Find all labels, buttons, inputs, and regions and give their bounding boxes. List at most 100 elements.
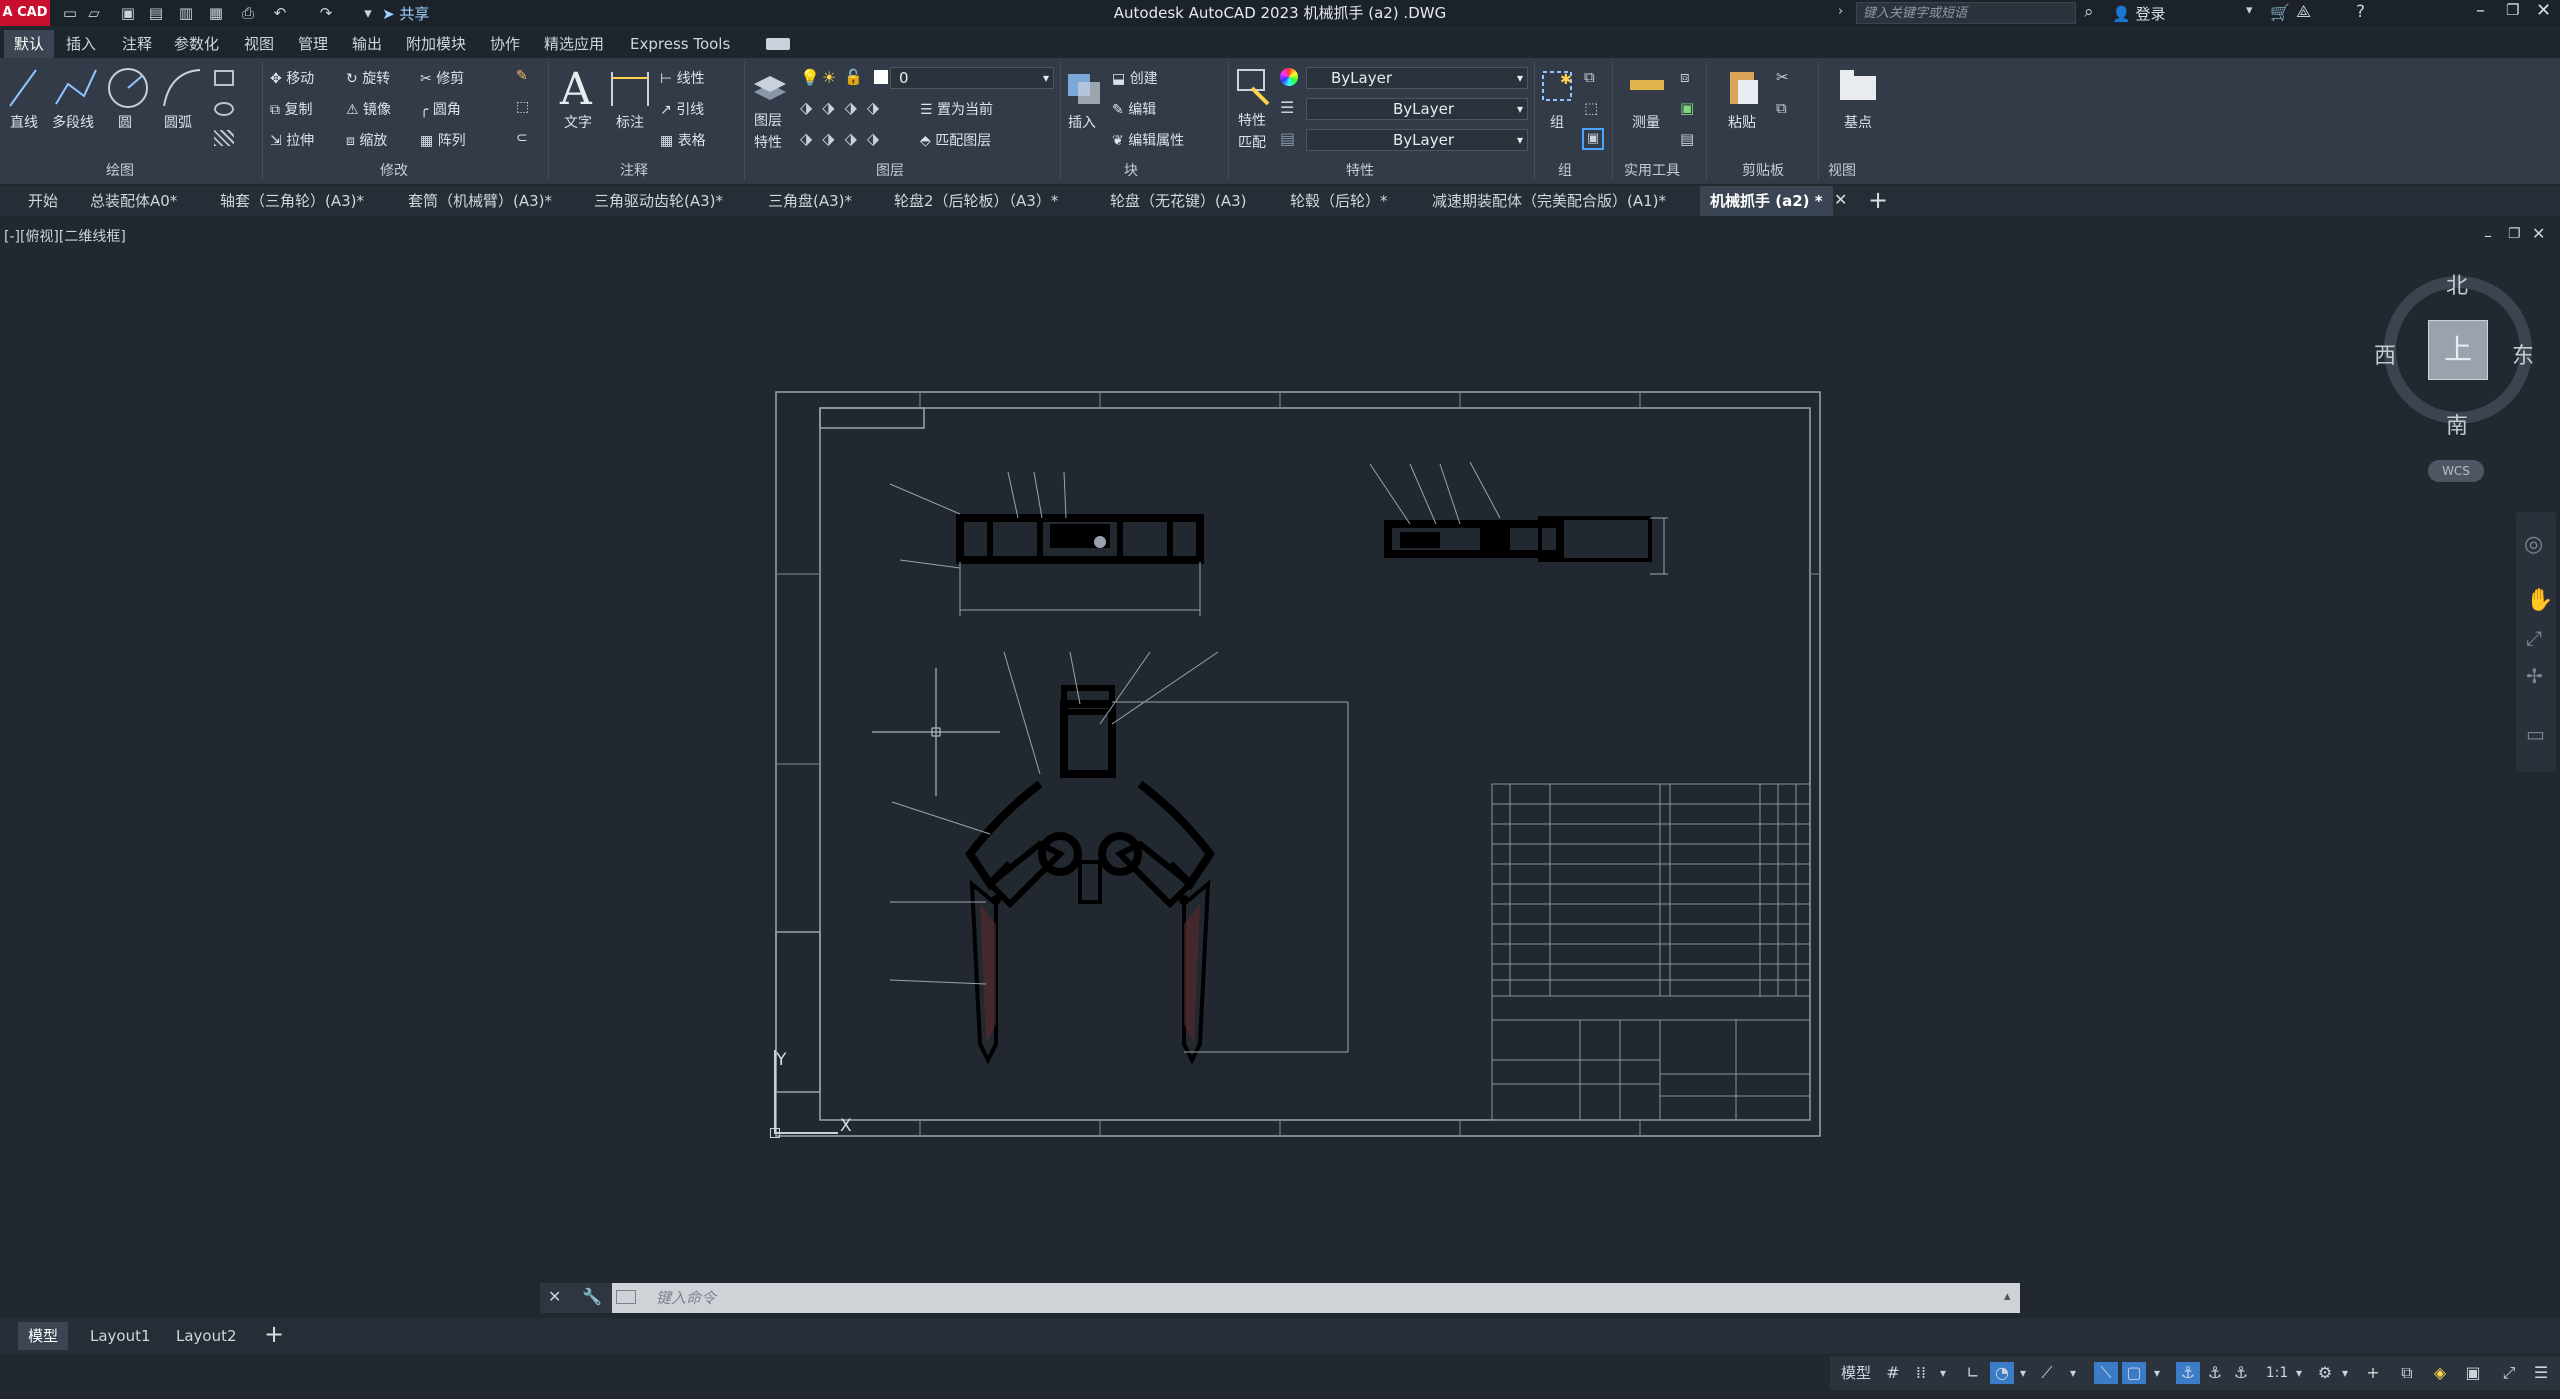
make-current-button[interactable]: ☰ 置为当前 <box>920 99 993 119</box>
grid-icon[interactable]: # <box>1882 1362 1904 1384</box>
match-properties-icon[interactable] <box>1234 66 1274 106</box>
chevron-down-icon[interactable]: ▾ <box>2338 1362 2352 1384</box>
dimension-label[interactable]: 标注 <box>616 112 644 132</box>
cart-icon[interactable]: 🛒 <box>2270 3 2290 22</box>
ungroup-icon[interactable]: ⧉ <box>1584 68 1595 86</box>
tab-layout2[interactable]: Layout2 <box>166 1322 247 1350</box>
color-dropdown[interactable]: ByLayer ▾ <box>1306 67 1528 89</box>
layer-tools-row-1[interactable]: ⬗⬗⬗⬗ <box>800 98 889 117</box>
paste-icon[interactable] <box>1726 64 1762 108</box>
quick-calc-icon[interactable]: ⧈ <box>1680 68 1690 86</box>
tab-layout1[interactable]: Layout1 <box>80 1322 161 1350</box>
arc-label[interactable]: 圆弧 <box>164 112 192 132</box>
annotation-monitor-icon[interactable]: + <box>2362 1362 2384 1384</box>
rectangle-icon[interactable] <box>214 70 234 86</box>
autodesk-app-icon[interactable]: ⟁ <box>2296 2 2311 22</box>
layer-dropdown[interactable]: 0 ▾ <box>890 67 1054 89</box>
scale-dropdown[interactable]: 1:1 <box>2262 1362 2292 1384</box>
insert-block-icon[interactable] <box>1064 66 1104 106</box>
auto-scale-icon[interactable]: ⚓ <box>2204 1362 2226 1384</box>
file-tab[interactable]: 轮盘2（后轮板）（A3）* <box>894 186 1058 216</box>
insert-label[interactable]: 插入 <box>1068 112 1096 132</box>
color-wheel-icon[interactable] <box>1280 68 1298 86</box>
layers-panel-title[interactable]: 图层 <box>876 160 904 182</box>
search-input[interactable]: 键入关键字或短语 <box>1856 2 2076 24</box>
annotation-visibility-icon[interactable]: ⚓ <box>2176 1362 2200 1384</box>
login-dropdown-icon[interactable]: ▾ <box>2246 3 2253 18</box>
file-tab-start[interactable]: 开始 <box>28 186 58 216</box>
pan-icon[interactable]: ✋ <box>2526 588 2553 613</box>
wcs-menu[interactable]: WCS <box>2428 460 2484 482</box>
file-tab[interactable]: 减速期装配体（完美配合版）(A1)* <box>1432 186 1666 216</box>
tab-annotate[interactable]: 注释 <box>122 30 152 58</box>
compass-north[interactable]: 北 <box>2446 268 2468 300</box>
customization-menu-icon[interactable]: ☰ <box>2530 1362 2552 1384</box>
compass-east[interactable]: 东 <box>2512 338 2534 370</box>
tab-featured-apps[interactable]: 精选应用 <box>544 30 604 58</box>
tab-default[interactable]: 默认 <box>4 30 55 58</box>
command-input[interactable]: 键入命令 <box>612 1283 2020 1313</box>
tab-view[interactable]: 视图 <box>244 30 274 58</box>
polyline-label[interactable]: 多段线 <box>52 112 94 132</box>
array-button[interactable]: ▦ 阵列 <box>420 130 466 150</box>
ortho-icon[interactable]: ∟ <box>1962 1362 1984 1384</box>
showmotion-icon[interactable]: ▭ <box>2526 722 2545 746</box>
offset-icon[interactable]: ⊂ <box>516 130 528 146</box>
ribbon-minimize-icon[interactable] <box>766 38 790 50</box>
viewcube-top-face[interactable]: 上 <box>2428 320 2488 380</box>
tab-express-tools[interactable]: Express Tools <box>630 30 730 58</box>
groups-panel-title[interactable]: 组 <box>1558 160 1572 182</box>
object-snap-icon[interactable]: ▢ <box>2122 1362 2146 1384</box>
isodraft-icon[interactable]: ⟋ <box>2036 1362 2058 1384</box>
compass-south[interactable]: 南 <box>2446 408 2468 440</box>
search-expand-icon[interactable]: › <box>1838 4 1843 19</box>
minimize-icon[interactable]: – <box>2476 0 2485 21</box>
cut-icon[interactable]: ✂ <box>1776 68 1789 86</box>
clipboard-panel-title[interactable]: 剪贴板 <box>1742 160 1784 182</box>
layer-lock-icon[interactable]: 🔓 <box>844 68 863 86</box>
line-label[interactable]: 直线 <box>10 112 38 132</box>
move-button[interactable]: ✥ 移动 <box>270 68 314 88</box>
match-properties-label[interactable]: 特性 <box>1238 110 1266 130</box>
orbit-icon[interactable]: ✢ <box>2526 664 2543 688</box>
clean-screen-icon[interactable]: ⤢ <box>2498 1362 2520 1384</box>
customize-command-icon[interactable]: 🔧 <box>582 1287 602 1306</box>
units-icon[interactable]: ⧉ <box>2396 1362 2418 1384</box>
hatch-icon[interactable] <box>214 130 234 146</box>
steering-wheel-icon[interactable]: ◎ <box>2524 532 2543 557</box>
layer-tools-row-2[interactable]: ⬗⬗⬗⬗ <box>800 129 889 148</box>
tab-insert[interactable]: 插入 <box>66 30 96 58</box>
linear-button[interactable]: ⊢ 线性 <box>660 68 705 88</box>
workspace-gear-icon[interactable]: ⚙ <box>2314 1362 2336 1384</box>
close-tab-icon[interactable]: ✕ <box>1834 190 1847 209</box>
rotate-button[interactable]: ↻ 旋转 <box>346 68 390 88</box>
file-tab[interactable]: 总装配体A0* <box>90 186 177 216</box>
annotation-scale-icon[interactable]: ⚓ <box>2230 1362 2252 1384</box>
measure-icon[interactable] <box>1630 80 1664 90</box>
polar-tracking-icon[interactable]: ◔ <box>1990 1362 2014 1384</box>
file-tab[interactable]: 轮盘（无花键）(A3) <box>1110 186 1247 216</box>
base-view-icon[interactable] <box>1836 66 1880 106</box>
compass-west[interactable]: 西 <box>2374 338 2396 370</box>
view-panel-title[interactable]: 视图 <box>1828 160 1856 182</box>
trim-button[interactable]: ✂ 修剪 <box>420 68 464 88</box>
edit-block-button[interactable]: ✎ 编辑 <box>1112 99 1156 119</box>
help-icon[interactable]: ? <box>2356 2 2365 22</box>
arc-icon[interactable] <box>160 66 204 110</box>
tab-output[interactable]: 输出 <box>352 30 382 58</box>
polyline-icon[interactable] <box>54 66 98 110</box>
circle-label[interactable]: 圆 <box>118 112 132 132</box>
annotation-panel-title[interactable]: 注释 <box>620 160 648 182</box>
zoom-extents-icon[interactable]: ⤢ <box>2526 626 2542 650</box>
copy-button[interactable]: ⧉ 复制 <box>270 99 312 119</box>
snap-icon[interactable]: ⁞⁞ <box>1910 1362 1932 1384</box>
viewport-minimize-icon[interactable]: – <box>2484 226 2492 245</box>
chevron-down-icon[interactable]: ▾ <box>2150 1362 2164 1384</box>
tab-collaborate[interactable]: 协作 <box>490 30 520 58</box>
file-tab[interactable]: 轴套（三角轮）(A3)* <box>220 186 364 216</box>
viewport-close-icon[interactable]: ✕ <box>2532 224 2545 243</box>
file-tab[interactable]: 三角驱动齿轮(A3)* <box>594 186 723 216</box>
close-window-icon[interactable]: ✕ <box>2536 0 2551 21</box>
paste-label[interactable]: 粘贴 <box>1728 112 1756 132</box>
text-label[interactable]: 文字 <box>564 112 592 132</box>
